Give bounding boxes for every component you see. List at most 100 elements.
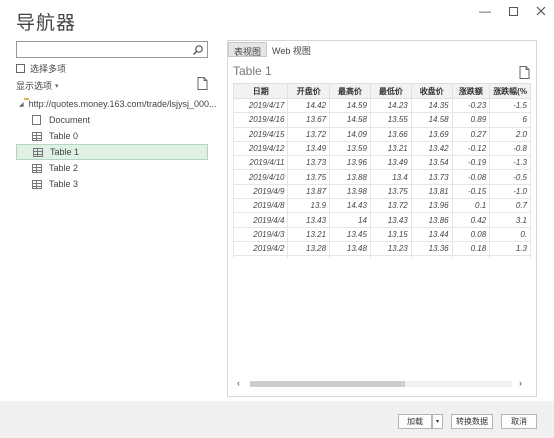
table-cell: 14.42 (287, 97, 331, 114)
table-cell: 2019/4/15 (233, 126, 289, 142)
table-cell: 6 (489, 112, 531, 128)
table-cell: 13.75 (369, 183, 412, 200)
search-icon[interactable] (192, 43, 204, 55)
table-icon (32, 163, 42, 173)
dialog-title: 导航器 (16, 13, 77, 34)
table-cell: 0.89 (451, 112, 491, 128)
table-cell: 13.88 (329, 169, 371, 185)
window-controls: — (478, 4, 548, 18)
table-cell: 13.45 (329, 226, 371, 242)
column-header[interactable]: 涨跌幅(% (489, 83, 531, 99)
table-cell: -0.23 (451, 97, 491, 114)
column-header[interactable]: 日期 (233, 83, 289, 99)
table-cell: 13.73 (410, 169, 453, 185)
table-cell: -1.3 (489, 155, 531, 171)
table-cell: 13.44 (410, 226, 453, 242)
table-cell: 0.08 (451, 226, 491, 242)
table-cell: 13.9 (287, 198, 331, 214)
table-cell: 14.59 (329, 97, 371, 114)
tree-item-label: Table 0 (49, 131, 79, 141)
table-cell: 14.23 (369, 97, 412, 114)
view-tabs: 表视图 Web 视图 (228, 42, 316, 57)
table-cell: 13.96 (410, 198, 453, 214)
table-row: 2019/4/16 13.67 14.58 13.55 14.58 0.89 6 (233, 112, 531, 128)
table-cell: 2.0 (489, 126, 531, 142)
select-multiple-checkbox[interactable] (16, 64, 25, 73)
transform-data-button[interactable]: 转换数据 (451, 414, 493, 429)
tab-web-view[interactable]: Web 视图 (267, 42, 316, 57)
table-cell: 13.86 (410, 212, 453, 228)
navigator-tree: ◢ http://quotes.money.163.com/trade/lsjy… (16, 96, 217, 192)
table-cell: 0.42 (451, 212, 491, 228)
load-button[interactable]: 加载 (398, 414, 432, 429)
table-row: 2019/4/17 14.42 14.59 14.23 14.35 -0.23 -1.5 (233, 97, 531, 114)
table-cell: 2019/4/3 (233, 226, 289, 242)
column-header[interactable]: 开盘价 (287, 83, 331, 99)
tree-item-table-1[interactable]: Table 1 (16, 144, 208, 160)
table-cell: 13.72 (369, 198, 412, 214)
table-icon (33, 147, 43, 157)
tree-item-document[interactable]: Document (16, 112, 208, 128)
table-cell: 0. (489, 226, 531, 242)
tree-root-source[interactable]: ◢ http://quotes.money.163.com/trade/lsjy… (16, 96, 217, 112)
tree-item-table-0[interactable]: Table 0 (16, 128, 208, 144)
load-dropdown-button[interactable]: ▾ (432, 414, 443, 429)
table-cell: 13.4 (369, 169, 412, 185)
table-cell: 2019/4/4 (233, 212, 289, 228)
table-row: 2019/4/15 13.72 14.09 13.66 13.69 0.27 2.0 (233, 126, 531, 142)
table-cell: 14.58 (329, 112, 371, 128)
table-cell: 13.18 (410, 255, 453, 258)
horizontal-scrollbar[interactable]: ‹ › (237, 378, 527, 390)
search-input[interactable] (16, 41, 208, 58)
table-cell: 2019/4/9 (233, 183, 289, 200)
table-cell: 13.23 (369, 240, 412, 257)
table-cell: 2019/4/16 (233, 112, 289, 128)
scroll-thumb[interactable] (250, 381, 405, 387)
table-body: 2019/4/17 14.42 14.59 14.23 14.35 -0.23 -1.5 20… (233, 97, 531, 258)
column-header[interactable]: 涨跌额 (451, 83, 491, 99)
table-cell: 13.49 (287, 140, 331, 157)
table-row: 2019/4/8 13.9 14.43 13.72 13.96 0.1 0.7 (233, 198, 531, 214)
table-cell: 14 (329, 212, 371, 228)
tree-root-label: http://quotes.money.163.com/trade/lsjysj… (28, 99, 217, 109)
table-cell: 13.69 (410, 126, 453, 142)
minimize-icon[interactable]: — (478, 4, 492, 18)
table-cell: 2.8 (489, 255, 531, 258)
scroll-right-icon[interactable]: › (519, 378, 522, 388)
scroll-track[interactable] (250, 381, 512, 387)
table-cell: 13.72 (287, 126, 331, 142)
table-cell: 13.81 (410, 183, 453, 200)
tree-item-label: Table 3 (49, 179, 79, 189)
table-cell: 13.15 (369, 226, 412, 242)
table-cell: 13.28 (287, 240, 331, 257)
table-cell: -0.8 (489, 140, 531, 157)
tree-item-table-2[interactable]: Table 2 (16, 160, 208, 176)
column-header[interactable]: 最低价 (369, 83, 412, 99)
table-icon (32, 179, 42, 189)
export-document-icon[interactable] (519, 66, 530, 79)
table-cell: 13.42 (410, 140, 453, 157)
table-cell: 2019/4/1 (233, 255, 289, 258)
select-multiple-label: 选择多项 (30, 64, 67, 74)
table-cell: 13.75 (287, 169, 331, 185)
table-cell: 13.98 (329, 183, 371, 200)
select-multiple-option[interactable]: 选择多项 (16, 62, 66, 75)
tree-item-table-3[interactable]: Table 3 (16, 176, 208, 192)
expand-toggle-icon[interactable]: ◢ (19, 101, 24, 108)
tree-item-label: Document (49, 115, 91, 125)
table-cell: 13.55 (329, 255, 371, 258)
tab-table-view[interactable]: 表视图 (228, 42, 268, 57)
scroll-left-icon[interactable]: ‹ (237, 378, 240, 388)
table-cell: 2019/4/11 (233, 155, 289, 171)
maximize-icon[interactable] (506, 4, 520, 18)
table-cell: 14.35 (410, 97, 453, 114)
document-icon (32, 115, 41, 125)
column-header[interactable]: 收盘价 (410, 83, 453, 99)
table-cell: -1.0 (489, 183, 531, 200)
column-header[interactable]: 最高价 (329, 83, 371, 99)
close-icon[interactable] (534, 4, 548, 18)
table-cell: 1.3 (489, 240, 531, 257)
refresh-document-icon[interactable] (197, 77, 208, 90)
cancel-button[interactable]: 取消 (501, 414, 537, 429)
display-options-button[interactable]: 显示选项 ▾ (16, 79, 59, 92)
